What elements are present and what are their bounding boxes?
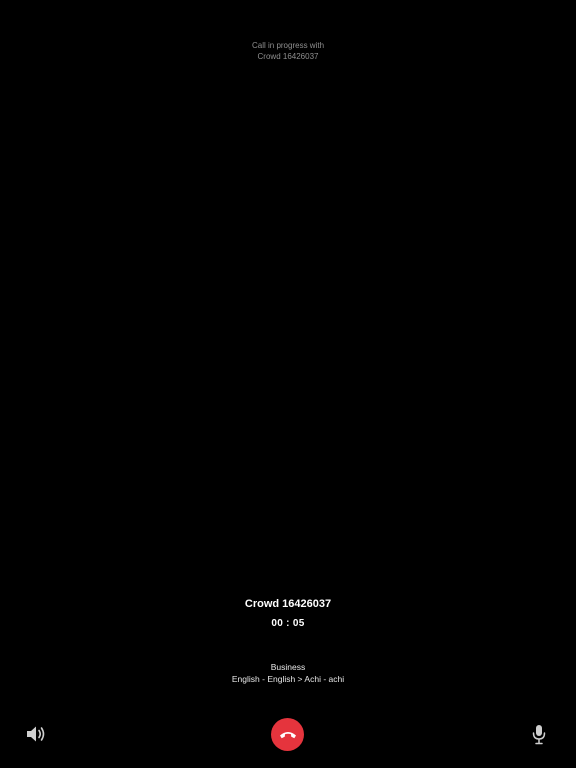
hang-up-button[interactable] [271, 718, 304, 751]
call-timer: 00 : 05 [271, 618, 305, 629]
speaker-icon [27, 726, 45, 742]
call-category: Business [270, 662, 306, 672]
phone-hangup-icon [279, 731, 296, 738]
microphone-icon [532, 725, 546, 745]
microphone-button[interactable] [531, 724, 547, 746]
call-controls [0, 718, 576, 751]
caller-name: Crowd 16426037 [244, 598, 332, 610]
speaker-button[interactable] [25, 724, 47, 744]
call-status-line-1: Call in progress with [251, 41, 325, 50]
call-status-text: Call in progress with Crowd 16426037 [0, 40, 576, 62]
call-language-pair: English - English > Achi - achi [231, 674, 345, 684]
call-status-line-2: Crowd 16426037 [257, 52, 319, 61]
caller-info: Crowd 16426037 00 : 05 [0, 597, 576, 630]
call-details: Business English - English > Achi - achi [0, 661, 576, 685]
